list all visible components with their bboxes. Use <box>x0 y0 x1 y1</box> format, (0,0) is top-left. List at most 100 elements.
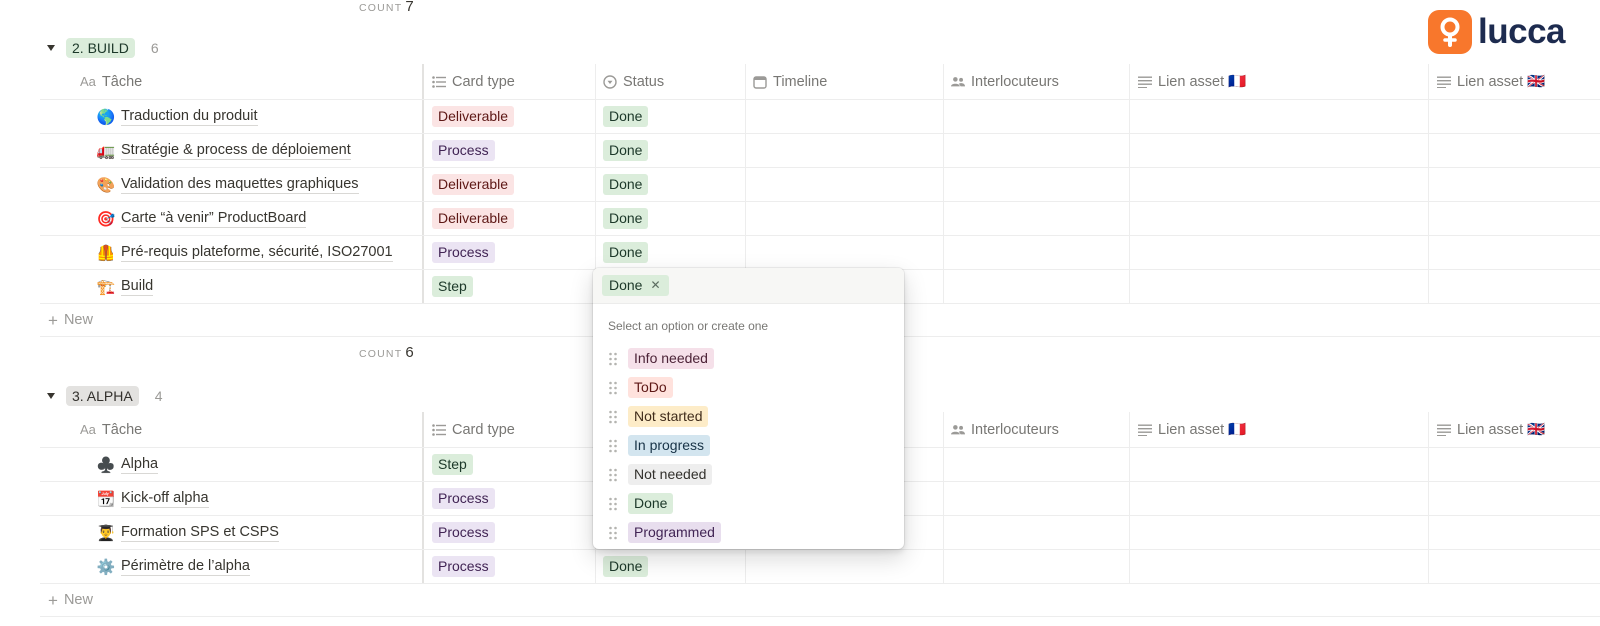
column-header-status[interactable]: Status <box>603 64 664 99</box>
column-header-task[interactable]: Aa Tâche <box>80 64 142 99</box>
option-todo[interactable]: ToDo <box>593 373 904 402</box>
group-count-alpha: 4 <box>154 388 163 404</box>
table-header-row: Aa Tâche Card type Status Timeline Inter… <box>40 64 1600 100</box>
group-label-alpha: 3. ALPHA <box>66 386 139 406</box>
task-title[interactable]: Kick-off alpha <box>121 490 209 508</box>
column-header-timeline-label: Timeline <box>773 73 828 90</box>
column-header-task-label: Tâche <box>101 421 143 438</box>
option-tag: In progress <box>628 435 711 456</box>
column-header-asset-fr-label: Lien asset 🇫🇷 <box>1158 422 1247 438</box>
plus-icon: + <box>48 590 58 610</box>
status-icon <box>603 74 617 89</box>
column-header-asset-en-label: Lien asset 🇬🇧 <box>1457 74 1546 90</box>
status-tag[interactable]: Done <box>603 140 649 161</box>
table-row[interactable]: 🚛 Stratégie & process de déploiement Proc… <box>40 134 1600 168</box>
card-type-tag[interactable]: Deliverable <box>432 208 515 229</box>
drag-handle-icon[interactable] <box>608 410 618 424</box>
task-title[interactable]: Alpha <box>121 456 159 474</box>
table-row[interactable]: 🦺 Pré-requis plateforme, sécurité, ISO270… <box>40 236 1600 270</box>
globe-icon: 🌎 <box>96 108 116 126</box>
new-row-button[interactable]: + New <box>40 584 1600 617</box>
selected-values-bar[interactable]: Done ✕ <box>593 268 904 304</box>
column-header-contacts[interactable]: Interlocuteurs <box>951 412 1059 447</box>
task-title[interactable]: Stratégie & process de déploiement <box>121 142 351 160</box>
drag-handle-icon[interactable] <box>608 381 618 395</box>
column-header-asset-en-label: Lien asset 🇬🇧 <box>1457 422 1546 438</box>
column-divider[interactable] <box>422 64 424 99</box>
status-tag[interactable]: Done <box>603 106 649 127</box>
task-title[interactable]: Pré-requis plateforme, sécurité, ISO2700… <box>121 244 393 262</box>
status-tag[interactable]: Done <box>603 242 649 263</box>
text-property-icon: Aa <box>80 74 96 89</box>
drag-handle-icon[interactable] <box>608 526 618 540</box>
student-icon: 👨‍🎓 <box>96 524 116 542</box>
card-type-tag[interactable]: Deliverable <box>432 174 515 195</box>
task-title[interactable]: Formation SPS et CSPS <box>121 524 279 542</box>
palette-icon: 🎨 <box>96 176 116 194</box>
status-tag[interactable]: Done <box>603 208 649 229</box>
collapse-triangle-icon[interactable] <box>46 43 56 53</box>
task-title[interactable]: Validation des maquettes graphiques <box>121 176 359 194</box>
selected-status-chip[interactable]: Done ✕ <box>602 275 669 296</box>
drag-handle-icon[interactable] <box>608 352 618 366</box>
column-header-timeline[interactable]: Timeline <box>753 64 827 99</box>
option-done[interactable]: Done <box>593 489 904 518</box>
status-tag[interactable]: Done <box>603 174 649 195</box>
column-header-card-type-label: Card type <box>452 421 515 438</box>
table-row[interactable]: ⚙️ Périmètre de l’alpha Process Done <box>40 550 1600 584</box>
people-icon <box>951 423 965 437</box>
close-icon[interactable]: ✕ <box>650 276 660 295</box>
count-footer-previous: COUNT 7 <box>359 0 414 15</box>
column-header-card-type[interactable]: Card type <box>432 64 515 99</box>
calendar-icon: 📆 <box>96 490 116 508</box>
group-header-alpha[interactable]: 3. ALPHA 4 <box>46 384 163 408</box>
card-type-tag[interactable]: Process <box>432 488 495 509</box>
column-header-asset-en[interactable]: Lien asset 🇬🇧 <box>1437 64 1545 99</box>
table-row[interactable]: 🌎 Traduction du produit Deliverable Done <box>40 100 1600 134</box>
option-in-progress[interactable]: In progress <box>593 431 904 460</box>
group-header-build[interactable]: 2. BUILD 6 <box>46 36 159 60</box>
option-not-needed[interactable]: Not needed <box>593 460 904 489</box>
status-tag[interactable]: Done <box>603 556 649 577</box>
count-value: 7 <box>405 0 414 15</box>
column-header-asset-fr-label: Lien asset 🇫🇷 <box>1158 74 1247 90</box>
card-type-tag[interactable]: Process <box>432 140 495 161</box>
people-icon <box>951 75 965 89</box>
task-title[interactable]: Périmètre de l’alpha <box>121 558 250 576</box>
construction-icon: 🏗️ <box>96 278 116 296</box>
card-type-tag[interactable]: Process <box>432 556 495 577</box>
table-row[interactable]: 🎨 Validation des maquettes graphiques Del… <box>40 168 1600 202</box>
column-header-asset-en[interactable]: Lien asset 🇬🇧 <box>1437 412 1545 447</box>
count-label: COUNT <box>359 2 403 14</box>
lucca-logo-text: lucca <box>1478 12 1566 51</box>
drag-handle-icon[interactable] <box>608 439 618 453</box>
option-programmed[interactable]: Programmed <box>593 518 904 547</box>
option-not-started[interactable]: Not started <box>593 402 904 431</box>
collapse-triangle-icon[interactable] <box>46 391 56 401</box>
column-header-contacts[interactable]: Interlocuteurs <box>951 64 1059 99</box>
column-header-asset-fr[interactable]: Lien asset 🇫🇷 <box>1138 412 1246 447</box>
task-title[interactable]: Build <box>121 278 154 296</box>
status-select-dropdown[interactable]: Done ✕ Select an option or create one In… <box>593 268 904 549</box>
drag-handle-icon[interactable] <box>608 497 618 511</box>
count-label: COUNT <box>359 348 403 360</box>
safety-vest-icon: 🦺 <box>96 244 116 262</box>
drag-handle-icon[interactable] <box>608 468 618 482</box>
card-type-tag[interactable]: Process <box>432 242 495 263</box>
column-header-card-type[interactable]: Card type <box>432 412 515 447</box>
option-info-needed[interactable]: Info needed <box>593 344 904 373</box>
group-count-build: 6 <box>150 40 159 56</box>
card-type-tag[interactable]: Process <box>432 522 495 543</box>
text-lines-icon <box>1138 75 1152 89</box>
task-title[interactable]: Traduction du produit <box>121 108 258 126</box>
task-title[interactable]: Carte “à venir” ProductBoard <box>121 210 307 228</box>
option-tag: Not started <box>628 406 709 427</box>
column-header-asset-fr[interactable]: Lien asset 🇫🇷 <box>1138 64 1246 99</box>
card-type-tag[interactable]: Step <box>432 454 473 475</box>
plus-icon: + <box>48 310 58 330</box>
card-type-tag[interactable]: Deliverable <box>432 106 515 127</box>
table-row[interactable]: 🎯 Carte “à venir” ProductBoard Deliverabl… <box>40 202 1600 236</box>
column-header-task[interactable]: Aa Tâche <box>80 412 142 447</box>
text-lines-icon <box>1138 423 1152 437</box>
card-type-tag[interactable]: Step <box>432 276 473 297</box>
